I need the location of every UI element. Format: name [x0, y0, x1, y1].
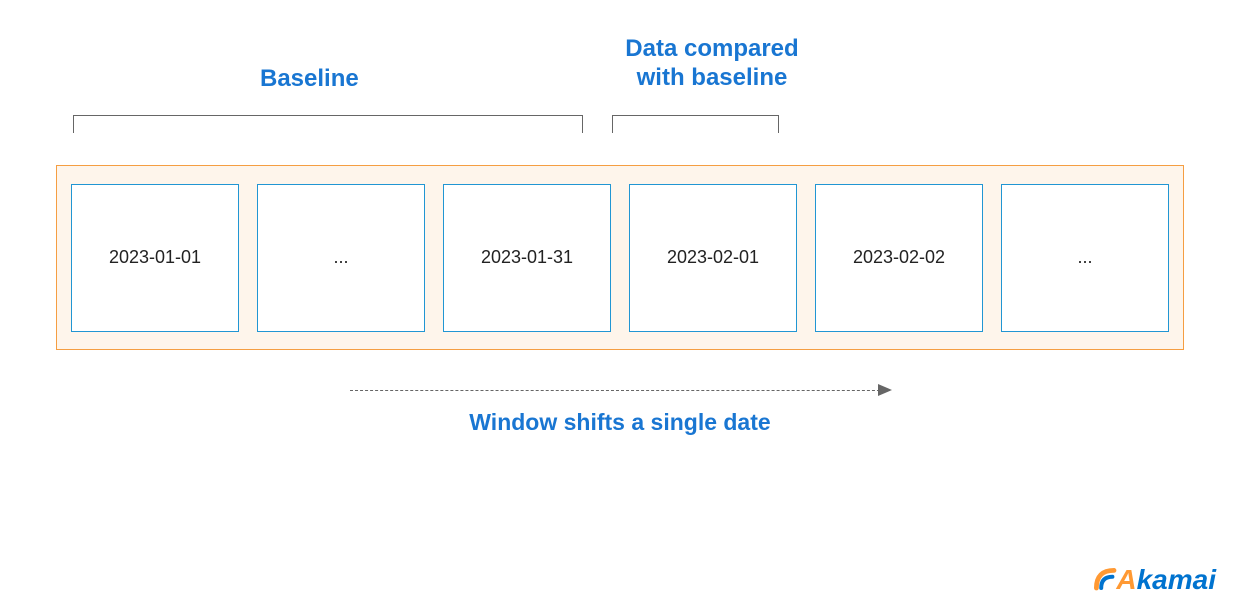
- arrow-head-icon: [878, 384, 892, 396]
- date-box: 2023-02-02: [815, 184, 983, 332]
- date-box: ...: [257, 184, 425, 332]
- arrow-line: [350, 390, 890, 391]
- akamai-logo: Akamai: [1090, 564, 1216, 596]
- date-box: 2023-01-01: [71, 184, 239, 332]
- compared-label: Data compared with baseline: [612, 35, 812, 93]
- baseline-label: Baseline: [260, 65, 359, 93]
- date-box: ...: [1001, 184, 1169, 332]
- date-box: 2023-02-01: [629, 184, 797, 332]
- date-box: 2023-01-31: [443, 184, 611, 332]
- compared-bracket: [612, 115, 779, 133]
- sliding-window: 2023-01-01 ... 2023-01-31 2023-02-01 202…: [56, 165, 1184, 350]
- shift-arrow: Window shifts a single date: [340, 390, 900, 436]
- arrow-label: Window shifts a single date: [340, 409, 900, 436]
- brand-text: Akamai: [1116, 564, 1216, 596]
- baseline-bracket: [73, 115, 583, 133]
